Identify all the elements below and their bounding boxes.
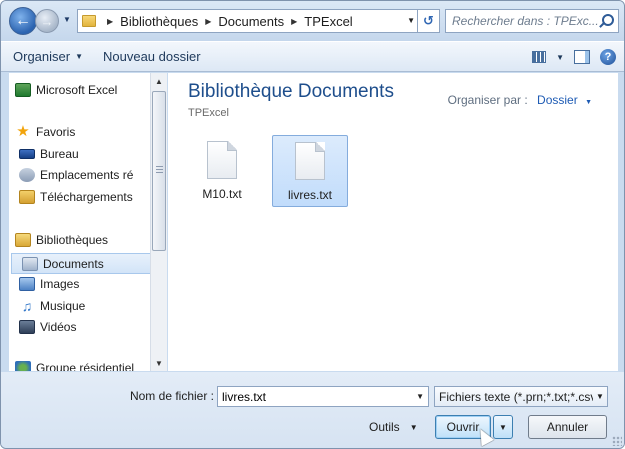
organize-label: Organiser: [13, 49, 71, 64]
nav-item-label: Emplacements ré: [40, 168, 134, 182]
homegroup-icon: [15, 361, 31, 371]
open-options-dropdown-icon[interactable]: ▼: [493, 415, 513, 439]
downloads-folder-icon: [19, 190, 35, 204]
nav-item-label: Bureau: [40, 147, 79, 161]
tools-label: Outils: [369, 420, 400, 434]
scroll-down-icon[interactable]: ▼: [151, 355, 167, 371]
chevron-right-icon[interactable]: ▶: [205, 17, 211, 26]
navigation-pane: Microsoft Excel ★ Favoris Bureau Emplace…: [9, 73, 167, 371]
file-name: livres.txt: [287, 188, 332, 202]
change-view-icon[interactable]: [532, 51, 547, 63]
text-file-icon: [207, 141, 237, 179]
music-icon: ♫: [21, 298, 33, 314]
toolbar-right: ▼ ?: [532, 49, 616, 65]
breadcrumb-libraries[interactable]: Bibliothèques: [120, 14, 198, 29]
address-history-dropdown-icon[interactable]: ▼: [407, 16, 415, 25]
breadcrumb: ▶ Bibliothèques ▶ Documents ▶ TPExcel: [100, 14, 353, 29]
nav-item-label: Documents: [43, 256, 104, 271]
nav-item-music[interactable]: ♫ Musique: [19, 298, 86, 314]
open-file-dialog: ← → ▼ ▶ Bibliothèques ▶ Documents ▶ TPEx…: [0, 0, 625, 449]
breadcrumb-tpexcel[interactable]: TPExcel: [304, 14, 352, 29]
pictures-icon: [19, 277, 35, 291]
dialog-footer: Nom de fichier : ▼ Fichiers texte (*.prn…: [1, 372, 624, 448]
arrow-right-icon: →: [40, 13, 54, 29]
recent-places-icon: [19, 168, 35, 182]
chevron-down-icon[interactable]: ▼: [585, 99, 592, 106]
arrange-by-label: Organiser par :: [447, 93, 528, 107]
organize-button[interactable]: Organiser ▼: [7, 49, 89, 64]
nav-item-pictures[interactable]: Images: [19, 277, 79, 291]
nav-item-label: Groupe résidentiel: [36, 361, 135, 371]
nav-item-label: Vidéos: [40, 320, 77, 334]
filename-label: Nom de fichier :: [129, 389, 214, 403]
library-title: Bibliothèque Documents: [188, 81, 394, 102]
scrollbar-thumb[interactable]: [152, 91, 166, 251]
filename-combobox[interactable]: ▼: [217, 386, 429, 407]
search-input[interactable]: [452, 14, 600, 28]
file-item-m10[interactable]: M10.txt: [184, 135, 260, 207]
forward-button[interactable]: →: [35, 9, 59, 33]
videos-icon: [19, 320, 35, 334]
search-icon[interactable]: [602, 14, 614, 26]
nav-item-libraries[interactable]: Bibliothèques: [15, 233, 108, 247]
chevron-right-icon[interactable]: ▶: [107, 17, 113, 26]
breadcrumb-documents[interactable]: Documents: [218, 14, 284, 29]
arrange-by-dropdown[interactable]: Dossier: [537, 93, 578, 107]
documents-icon: [22, 256, 38, 271]
nav-item-recent-places[interactable]: Emplacements ré: [19, 168, 133, 182]
address-box[interactable]: ▶ Bibliothèques ▶ Documents ▶ TPExcel ▼ …: [77, 9, 440, 33]
chevron-down-icon[interactable]: ▼: [593, 387, 607, 406]
chevron-right-icon[interactable]: ▶: [291, 17, 297, 26]
nav-item-label: Bibliothèques: [36, 233, 109, 247]
help-icon[interactable]: ?: [600, 49, 616, 65]
file-item-livres[interactable]: livres.txt: [272, 135, 348, 207]
nav-item-homegroup[interactable]: Groupe résidentiel: [15, 361, 134, 371]
view-options-dropdown-icon[interactable]: ▼: [556, 53, 564, 62]
excel-icon: [15, 83, 31, 97]
folder-icon: [82, 15, 96, 27]
file-list-pane: Bibliothèque Documents TPExcel Organiser…: [168, 73, 618, 371]
new-folder-button[interactable]: Nouveau dossier: [97, 49, 207, 64]
recent-pages-dropdown-icon[interactable]: ▼: [63, 15, 71, 24]
nav-item-label: Favoris: [36, 125, 76, 139]
library-subtitle: TPExcel: [188, 107, 229, 119]
text-file-icon: [295, 142, 325, 180]
resize-grip-icon[interactable]: [612, 436, 622, 446]
address-bar-row: ← → ▼ ▶ Bibliothèques ▶ Documents ▶ TPEx…: [1, 1, 624, 41]
tools-button[interactable]: Outils ▼: [369, 420, 418, 434]
chevron-down-icon: ▼: [409, 422, 418, 432]
star-icon: ★: [16, 123, 30, 140]
scroll-up-icon[interactable]: ▲: [151, 73, 167, 89]
arrow-left-icon: ←: [15, 12, 31, 29]
grip-icon: [156, 166, 163, 174]
nav-item-label: Microsoft Excel: [36, 83, 118, 97]
chevron-down-icon[interactable]: ▼: [416, 392, 424, 401]
command-bar: Organiser ▼ Nouveau dossier ▼ ?: [1, 41, 624, 72]
back-button[interactable]: ←: [9, 7, 37, 35]
preview-pane-icon[interactable]: [574, 50, 590, 64]
nav-item-label: Images: [40, 277, 80, 291]
nav-item-desktop[interactable]: Bureau: [19, 147, 79, 161]
cancel-button[interactable]: Annuler: [528, 415, 607, 439]
libraries-icon: [15, 233, 31, 247]
filename-input[interactable]: [218, 389, 408, 404]
nav-item-videos[interactable]: Vidéos: [19, 320, 76, 334]
refresh-icon[interactable]: ↺: [417, 10, 439, 32]
filetype-select[interactable]: Fichiers texte (*.prn;*.txt;*.csv ▼: [434, 386, 608, 407]
arrange-by: Organiser par : Dossier ▼: [448, 93, 592, 107]
filetype-value: Fichiers texte (*.prn;*.txt;*.csv: [439, 389, 597, 404]
navigation-scrollbar[interactable]: ▲ ▼: [150, 73, 167, 371]
nav-item-favorites[interactable]: ★ Favoris: [15, 123, 76, 140]
search-box[interactable]: [445, 9, 619, 33]
file-name: M10.txt: [202, 187, 242, 201]
nav-item-microsoft-excel[interactable]: Microsoft Excel: [15, 83, 117, 97]
desktop-icon: [19, 149, 35, 159]
nav-item-label: Musique: [40, 299, 86, 313]
nav-item-downloads[interactable]: Téléchargements: [19, 190, 133, 204]
new-folder-label: Nouveau dossier: [103, 49, 201, 64]
chevron-down-icon: ▼: [75, 52, 83, 61]
nav-item-documents[interactable]: Documents: [11, 253, 155, 274]
nav-item-label: Téléchargements: [40, 190, 133, 204]
